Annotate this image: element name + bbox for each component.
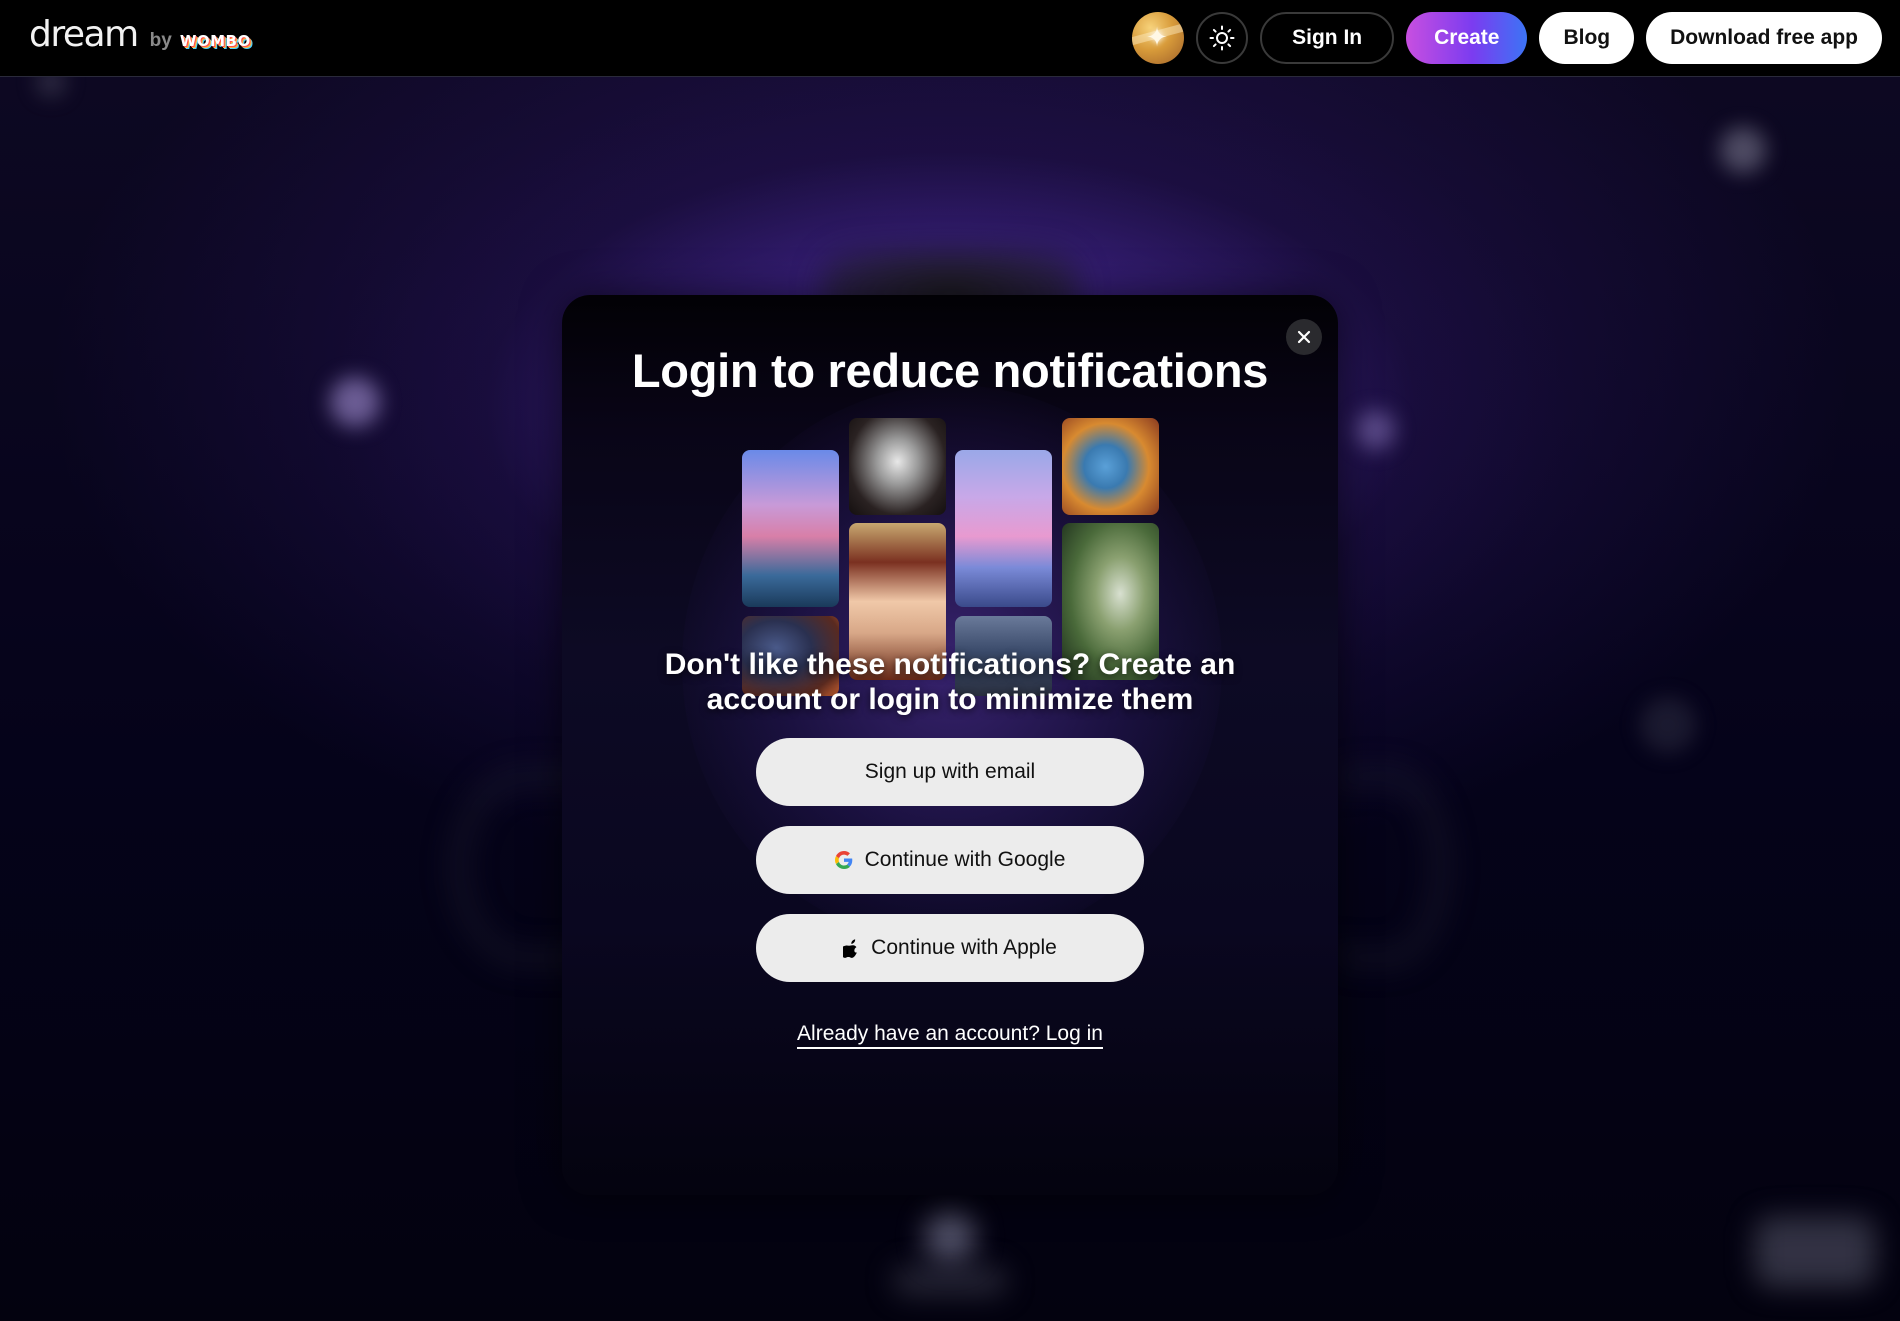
logo-by-text: by — [149, 30, 172, 51]
modal-subtitle: Don't like these notifications? Create a… — [562, 647, 1338, 717]
sparkle-avatar-icon[interactable]: ✦ — [1132, 12, 1185, 64]
download-app-button[interactable]: Download free app — [1646, 12, 1882, 64]
background-orb — [1720, 127, 1766, 173]
top-navbar: dream by WOMBO ✦ Sign In Create Blog Dow… — [0, 0, 1900, 77]
close-icon — [1297, 330, 1311, 344]
sparkle-icon: ✦ — [1146, 22, 1168, 52]
sign-up-email-label: Sign up with email — [864, 760, 1036, 783]
background-ghost-shape — [1330, 767, 1450, 967]
subtitle-line-1: Don't like these notifications? Create a… — [664, 648, 1236, 681]
modal-title: Login to reduce notifications — [631, 344, 1269, 397]
background-ghost-icon — [925, 1212, 975, 1262]
dream-by-wombo-logo[interactable]: dream by WOMBO — [29, 14, 251, 55]
gallery-image-fantasy-castle — [742, 450, 839, 607]
login-link-container: Already have an account? Log in — [562, 1022, 1338, 1049]
nav-actions: ✦ Sign In Create Blog Download free app — [1132, 12, 1882, 64]
theme-toggle-button[interactable] — [1196, 12, 1249, 64]
continue-apple-label: Continue with Apple — [871, 936, 1057, 959]
gallery-image-pink-tree-river — [955, 450, 1052, 607]
continue-google-label: Continue with Google — [864, 848, 1066, 871]
create-button[interactable]: Create — [1406, 12, 1528, 64]
google-icon — [834, 851, 852, 869]
gallery-image-blue-goddess — [1062, 418, 1159, 515]
logo-dream-text: dream — [29, 14, 139, 55]
gallery-image-winged-angel-robot — [849, 418, 946, 515]
background-orb — [1355, 410, 1395, 450]
background-ghost-label — [893, 1267, 1007, 1295]
background-orb — [330, 377, 380, 427]
apple-icon — [843, 938, 858, 958]
logo-wombo-text: WOMBO — [179, 32, 251, 50]
sun-icon — [1209, 25, 1235, 51]
continue-google-button[interactable]: Continue with Google — [756, 826, 1144, 894]
login-modal: Login to reduce notifications Don't like… — [562, 295, 1338, 1195]
sign-up-email-button[interactable]: Sign up with email — [756, 738, 1144, 806]
continue-apple-button[interactable]: Continue with Apple — [756, 914, 1144, 982]
subtitle-line-2: account or login to minimize them — [706, 683, 1194, 716]
background-orb — [1640, 697, 1696, 753]
log-in-link[interactable]: Already have an account? Log in — [797, 1022, 1103, 1049]
sign-in-button[interactable]: Sign In — [1260, 12, 1395, 64]
blog-button[interactable]: Blog — [1539, 12, 1635, 64]
background-ghost-button — [1755, 1217, 1875, 1287]
